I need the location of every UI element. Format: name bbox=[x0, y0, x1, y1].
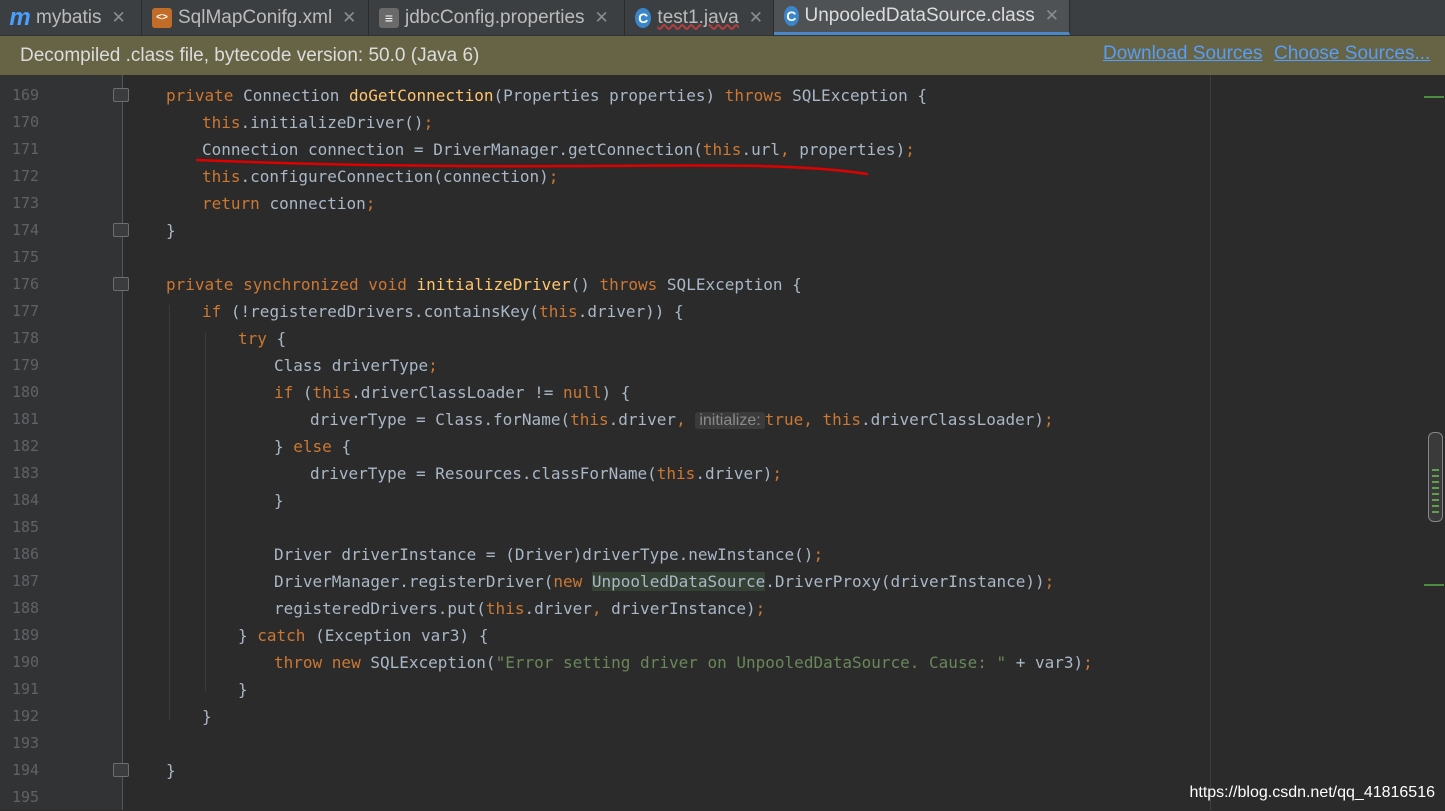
red-underline-annotation bbox=[195, 158, 869, 176]
compiled-class-icon: C bbox=[784, 6, 799, 26]
tab-mybatis[interactable]: m mybatis ✕ bbox=[0, 0, 142, 35]
line-number: 184 bbox=[12, 491, 40, 509]
close-icon[interactable]: ✕ bbox=[111, 8, 125, 28]
fold-collapse-icon[interactable] bbox=[113, 88, 129, 102]
line-number: 174 bbox=[12, 221, 40, 239]
line-number: 182 bbox=[12, 437, 40, 455]
tab-sqlmapconfig-xml[interactable]: <> SqlMapConifg.xml ✕ bbox=[142, 0, 369, 35]
watermark: https://blog.csdn.net/qq_41816516 bbox=[1189, 784, 1435, 801]
fold-end-icon[interactable] bbox=[113, 223, 129, 237]
parameter-hint: initialize: bbox=[695, 412, 765, 429]
change-marker bbox=[1424, 96, 1444, 98]
indent-guide bbox=[169, 305, 170, 720]
code-line-192: } bbox=[202, 707, 212, 726]
choose-sources-link[interactable]: Choose Sources... bbox=[1274, 43, 1430, 65]
code-line-191: } bbox=[238, 680, 248, 699]
tab-unpooleddatasource-class[interactable]: C UnpooledDataSource.class ✕ bbox=[774, 0, 1070, 35]
fold-collapse-icon[interactable] bbox=[113, 277, 129, 291]
code-editor[interactable]: 169 170 171 172 173 174 175 176 177 178 … bbox=[0, 75, 1445, 810]
code-line-189: } catch (Exception var3) { bbox=[238, 626, 489, 645]
line-number: 172 bbox=[12, 167, 40, 185]
code-line-173: return connection; bbox=[202, 194, 376, 213]
decompiled-notice-banner: Decompiled .class file, bytecode version… bbox=[0, 36, 1445, 75]
close-icon[interactable]: ✕ bbox=[1045, 6, 1059, 26]
line-number-gutter: 169 170 171 172 173 174 175 176 177 178 … bbox=[0, 75, 123, 810]
properties-file-icon: ≡ bbox=[379, 7, 399, 28]
code-line-180: if (this.driverClassLoader != null) { bbox=[274, 383, 631, 402]
tab-label: test1.java bbox=[657, 6, 739, 28]
close-icon[interactable]: ✕ bbox=[749, 8, 763, 28]
banner-message: Decompiled .class file, bytecode version… bbox=[20, 44, 480, 66]
line-number: 195 bbox=[12, 788, 40, 806]
code-line-176: private synchronized void initializeDriv… bbox=[166, 275, 802, 294]
tab-label: jdbcConfig.properties bbox=[405, 6, 585, 28]
download-sources-link[interactable]: Download Sources bbox=[1103, 43, 1262, 65]
code-line-178: try { bbox=[238, 329, 287, 348]
code-line-194: } bbox=[166, 761, 176, 780]
line-number: 178 bbox=[12, 329, 40, 347]
code-line-177: if (!registeredDrivers.containsKey(this.… bbox=[202, 302, 684, 321]
line-number: 192 bbox=[12, 707, 40, 725]
change-marker bbox=[1424, 584, 1444, 586]
code-line-187: DriverManager.registerDriver(new Unpoole… bbox=[274, 572, 1055, 591]
line-number: 181 bbox=[12, 410, 40, 428]
editor-tab-bar: m mybatis ✕ <> SqlMapConifg.xml ✕ ≡ jdbc… bbox=[0, 0, 1445, 36]
code-line-183: driverType = Resources.classForName(this… bbox=[310, 464, 783, 483]
tab-label: UnpooledDataSource.class bbox=[804, 5, 1035, 26]
code-line-186: Driver driverInstance = (Driver)driverTy… bbox=[274, 545, 824, 564]
xml-file-icon: <> bbox=[152, 7, 172, 28]
line-number: 190 bbox=[12, 653, 40, 671]
line-number: 193 bbox=[12, 734, 40, 752]
line-number: 180 bbox=[12, 383, 40, 401]
code-line-184: } bbox=[274, 491, 284, 510]
code-line-169: private Connection doGetConnection(Prope… bbox=[166, 86, 928, 105]
line-number: 179 bbox=[12, 356, 40, 374]
close-icon[interactable]: ✕ bbox=[595, 8, 609, 28]
line-number: 185 bbox=[12, 518, 40, 536]
tab-jdbcconfig-properties[interactable]: ≡ jdbcConfig.properties ✕ bbox=[369, 0, 625, 35]
tab-label: mybatis bbox=[36, 6, 102, 28]
code-area[interactable]: private Connection doGetConnection(Prope… bbox=[129, 75, 1429, 810]
module-icon: m bbox=[9, 3, 31, 31]
java-class-icon: C bbox=[635, 7, 652, 28]
code-line-182: } else { bbox=[274, 437, 352, 456]
scrollbar-thumb[interactable] bbox=[1428, 432, 1443, 522]
line-number: 191 bbox=[12, 680, 40, 698]
code-line-188: registeredDrivers.put(this.driver, drive… bbox=[274, 599, 766, 618]
line-number: 187 bbox=[12, 572, 40, 590]
code-line-179: Class driverType; bbox=[274, 356, 438, 375]
line-number: 189 bbox=[12, 626, 40, 644]
code-line-181: driverType = Class.forName(this.driver, … bbox=[310, 410, 1054, 429]
line-number: 169 bbox=[12, 86, 40, 104]
tab-label: SqlMapConifg.xml bbox=[178, 6, 333, 28]
code-line-174: } bbox=[166, 221, 176, 240]
line-number: 186 bbox=[12, 545, 40, 563]
line-number: 194 bbox=[12, 761, 40, 779]
code-line-170: this.initializeDriver(); bbox=[202, 113, 434, 132]
fold-end-icon[interactable] bbox=[113, 763, 129, 777]
indent-guide bbox=[205, 332, 206, 692]
line-number: 188 bbox=[12, 599, 40, 617]
tab-test1-java[interactable]: C test1.java ✕ bbox=[625, 0, 774, 35]
line-number: 170 bbox=[12, 113, 40, 131]
line-number: 176 bbox=[12, 275, 40, 293]
line-number: 183 bbox=[12, 464, 40, 482]
line-number: 177 bbox=[12, 302, 40, 320]
line-number: 171 bbox=[12, 140, 40, 158]
close-icon[interactable]: ✕ bbox=[342, 8, 356, 28]
line-number: 173 bbox=[12, 194, 40, 212]
line-number: 175 bbox=[12, 248, 40, 266]
code-line-190: throw new SQLException("Error setting dr… bbox=[274, 653, 1093, 672]
